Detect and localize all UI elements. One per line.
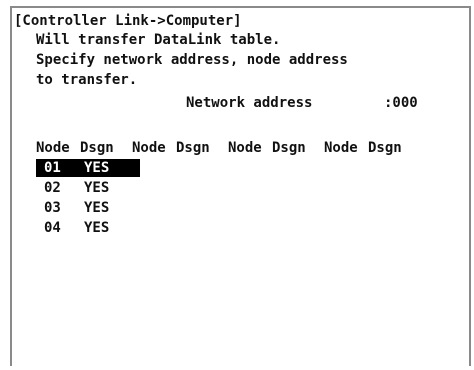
table-header: Node Dsgn Node Dsgn Node Dsgn Node Dsgn (36, 139, 420, 157)
table-row[interactable]: 04 YES (36, 219, 140, 237)
designation-value: YES (84, 220, 110, 236)
column-header-dsgn: Dsgn (272, 140, 306, 156)
node-number: 04 (44, 220, 61, 236)
description-line-2: Specify network address, node address (36, 52, 348, 68)
node-number: 03 (44, 200, 61, 216)
transfer-screen: [Controller Link->Computer] Will transfe… (10, 6, 471, 366)
screen-title: [Controller Link->Computer] (14, 13, 242, 29)
column-header-node: Node (324, 140, 358, 156)
designation-value: YES (84, 160, 110, 176)
node-number: 01 (44, 160, 61, 176)
table-row-selected[interactable]: 01 YES (36, 159, 140, 177)
network-address-label: Network address (186, 95, 313, 111)
node-number: 02 (44, 180, 61, 196)
column-header-dsgn: Dsgn (368, 140, 402, 156)
designation-value: YES (84, 180, 110, 196)
column-header-node: Node (228, 140, 262, 156)
network-address-field[interactable]: :000 (384, 94, 418, 112)
description-line-1: Will transfer DataLink table. (36, 32, 281, 48)
node-list: 01 YES 02 YES 03 YES 04 YES (36, 159, 140, 239)
column-header-node: Node (132, 140, 166, 156)
designation-value: YES (84, 200, 110, 216)
column-header-dsgn: Dsgn (80, 140, 114, 156)
column-header-node: Node (36, 140, 70, 156)
column-header-dsgn: Dsgn (176, 140, 210, 156)
description-line-3: to transfer. (36, 72, 138, 88)
table-row[interactable]: 02 YES (36, 179, 140, 197)
table-row[interactable]: 03 YES (36, 199, 140, 217)
